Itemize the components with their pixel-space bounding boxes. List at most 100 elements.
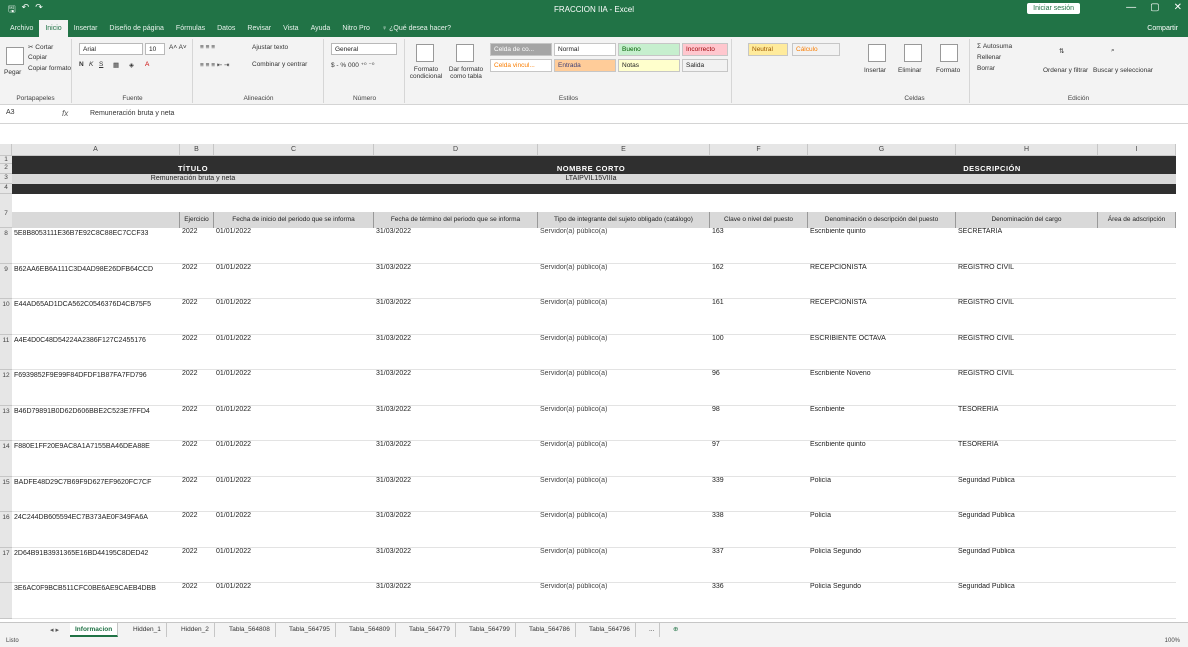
- cell-fecha-inicio[interactable]: 01/01/2022: [216, 477, 372, 484]
- fx-icon[interactable]: fx: [62, 109, 68, 118]
- cell-id[interactable]: B46D79891B0D62D606BBE2C523E7FFD4: [14, 408, 178, 415]
- formula-input[interactable]: Remuneración bruta y neta: [90, 110, 174, 117]
- cell-fecha-inicio[interactable]: 01/01/2022: [216, 228, 372, 235]
- column-header-f[interactable]: F: [710, 144, 808, 156]
- cell-puesto[interactable]: Policía Segundo: [810, 583, 954, 590]
- column-header-h[interactable]: H: [956, 144, 1098, 156]
- cell-id[interactable]: A4E4D0C48D54224A2386F127C2455176: [14, 337, 178, 344]
- cell-fecha-inicio[interactable]: 01/01/2022: [216, 512, 372, 519]
- row-header[interactable]: [0, 583, 12, 619]
- sign-in-button[interactable]: Iniciar sesión: [1027, 3, 1080, 14]
- header-id[interactable]: [12, 212, 180, 228]
- sheet-tab-informacion[interactable]: Informacion: [70, 623, 119, 637]
- wrap-text-button[interactable]: Ajustar texto: [252, 44, 288, 51]
- copy-button[interactable]: Copiar: [28, 54, 47, 61]
- cell-clave[interactable]: 162: [712, 264, 806, 271]
- cell-tipo[interactable]: Servidor(a) público(a): [540, 335, 708, 342]
- fill-color-icon[interactable]: ◈: [129, 61, 134, 69]
- number-format-select[interactable]: General: [331, 43, 397, 55]
- font-color-icon[interactable]: A: [145, 61, 149, 68]
- style-bad[interactable]: Incorrecto: [682, 43, 728, 56]
- cell-clave[interactable]: 339: [712, 477, 806, 484]
- cell-puesto[interactable]: Escribiente: [810, 406, 954, 413]
- tell-me-search[interactable]: ♀ ¿Qué desea hacer?: [382, 25, 451, 32]
- format-as-table-button[interactable]: Dar formato como tabla: [446, 66, 486, 80]
- cell-clave[interactable]: 97: [712, 441, 806, 448]
- cell-fecha-termino[interactable]: 31/03/2022: [376, 335, 536, 342]
- name-box[interactable]: A3: [2, 109, 60, 121]
- cell-fecha-inicio[interactable]: 01/01/2022: [216, 264, 372, 271]
- cell-puesto[interactable]: RECEPCIONISTA: [810, 264, 954, 271]
- align-left-icon[interactable]: ≡ ≡ ≡ ⇤ ⇥: [200, 61, 230, 69]
- sheet-tab-564795[interactable]: Tabla_564795: [284, 623, 336, 637]
- tab-ayuda[interactable]: Ayuda: [305, 20, 337, 37]
- cell-fecha-termino[interactable]: 31/03/2022: [376, 228, 536, 235]
- header-ejercicio[interactable]: Ejercicio: [180, 212, 214, 228]
- cell-clave[interactable]: 96: [712, 370, 806, 377]
- cell-tipo[interactable]: Servidor(a) público(a): [540, 370, 708, 377]
- cell-cargo[interactable]: REGISTRO CIVIL: [958, 335, 1096, 342]
- cell-puesto[interactable]: RECEPCIONISTA: [810, 299, 954, 306]
- style-calculation[interactable]: Cálculo: [792, 43, 840, 56]
- header-denominacion-puesto[interactable]: Denominación o descripción del puesto: [808, 212, 956, 228]
- cell-tipo[interactable]: Servidor(a) público(a): [540, 441, 708, 448]
- align-top-icon[interactable]: ≡ ≡ ≡: [200, 44, 215, 51]
- tab-formulas[interactable]: Fórmulas: [170, 20, 211, 37]
- tab-vista[interactable]: Vista: [277, 20, 304, 37]
- cut-button[interactable]: ✂ Cortar: [28, 43, 53, 51]
- cell-ejercicio[interactable]: 2022: [182, 512, 212, 519]
- cell-puesto[interactable]: Policía: [810, 477, 954, 484]
- descripcion-value[interactable]: [808, 174, 1176, 184]
- cell-fecha-termino[interactable]: 31/03/2022: [376, 299, 536, 306]
- cell-tipo[interactable]: Servidor(a) público(a): [540, 583, 708, 590]
- sheet-tab-564799[interactable]: Tabla_564799: [464, 623, 516, 637]
- sort-filter-button[interactable]: Ordenar y filtrar: [1043, 67, 1088, 74]
- cell-cargo[interactable]: Seguridad Publica: [958, 583, 1096, 590]
- cell-id[interactable]: 2D64B91B3931365E16BD44195C8DED42: [14, 550, 178, 557]
- style-neutral[interactable]: Neutral: [748, 43, 788, 56]
- cell-fecha-termino[interactable]: 31/03/2022: [376, 548, 536, 555]
- row-header[interactable]: 2: [0, 164, 12, 174]
- cell-cargo[interactable]: Seguridad Publica: [958, 477, 1096, 484]
- cell-fecha-inicio[interactable]: 01/01/2022: [216, 299, 372, 306]
- format-as-table-icon[interactable]: [456, 44, 474, 62]
- tab-datos[interactable]: Datos: [211, 20, 241, 37]
- header-fecha-inicio[interactable]: Fecha de inicio del periodo que se infor…: [214, 212, 374, 228]
- tab-nitro[interactable]: Nitro Pro: [336, 20, 376, 37]
- cell-tipo[interactable]: Servidor(a) público(a): [540, 228, 708, 235]
- font-name-select[interactable]: Arial: [79, 43, 143, 55]
- style-check-cell[interactable]: Celda de co...: [490, 43, 552, 56]
- close-icon[interactable]: ✕: [1174, 2, 1182, 13]
- cell-id[interactable]: B62AA6EB6A111C3D4AD98E26DFB64CCD: [14, 266, 178, 273]
- cell-clave[interactable]: 163: [712, 228, 806, 235]
- cell-ejercicio[interactable]: 2022: [182, 548, 212, 555]
- cell-puesto[interactable]: Escribiente quinto: [810, 228, 954, 235]
- cell-ejercicio[interactable]: 2022: [182, 335, 212, 342]
- sheet-tab-hidden-1[interactable]: Hidden_1: [128, 623, 167, 637]
- paste-button[interactable]: Pegar: [4, 69, 21, 76]
- cell-ejercicio[interactable]: 2022: [182, 264, 212, 271]
- row-header[interactable]: 17: [0, 547, 12, 583]
- cell-fecha-inicio[interactable]: 01/01/2022: [216, 441, 372, 448]
- cell-clave[interactable]: 100: [712, 335, 806, 342]
- minimize-icon[interactable]: —: [1126, 2, 1136, 13]
- tab-inicio[interactable]: Inicio: [39, 20, 68, 37]
- tab-archivo[interactable]: Archivo: [4, 20, 39, 37]
- zoom-level[interactable]: 100%: [1165, 638, 1180, 644]
- borders-icon[interactable]: ▦: [113, 61, 119, 69]
- cell-cargo[interactable]: Seguridad Publica: [958, 512, 1096, 519]
- cell-ejercicio[interactable]: 2022: [182, 406, 212, 413]
- style-normal[interactable]: Normal: [554, 43, 616, 56]
- find-icon[interactable]: ⌕: [1111, 47, 1115, 55]
- cell-fecha-termino[interactable]: 31/03/2022: [376, 512, 536, 519]
- find-select-button[interactable]: Buscar y seleccionar: [1093, 67, 1153, 74]
- cell-ejercicio[interactable]: 2022: [182, 441, 212, 448]
- style-output[interactable]: Salida: [682, 59, 728, 72]
- row-header[interactable]: 3: [0, 174, 12, 184]
- cell-tipo[interactable]: Servidor(a) público(a): [540, 299, 708, 306]
- delete-button[interactable]: Eliminar: [898, 67, 921, 74]
- cell-fecha-inicio[interactable]: 01/01/2022: [216, 370, 372, 377]
- cell-ejercicio[interactable]: 2022: [182, 477, 212, 484]
- cell-clave[interactable]: 336: [712, 583, 806, 590]
- sheet-tab-more[interactable]: ...: [644, 623, 661, 637]
